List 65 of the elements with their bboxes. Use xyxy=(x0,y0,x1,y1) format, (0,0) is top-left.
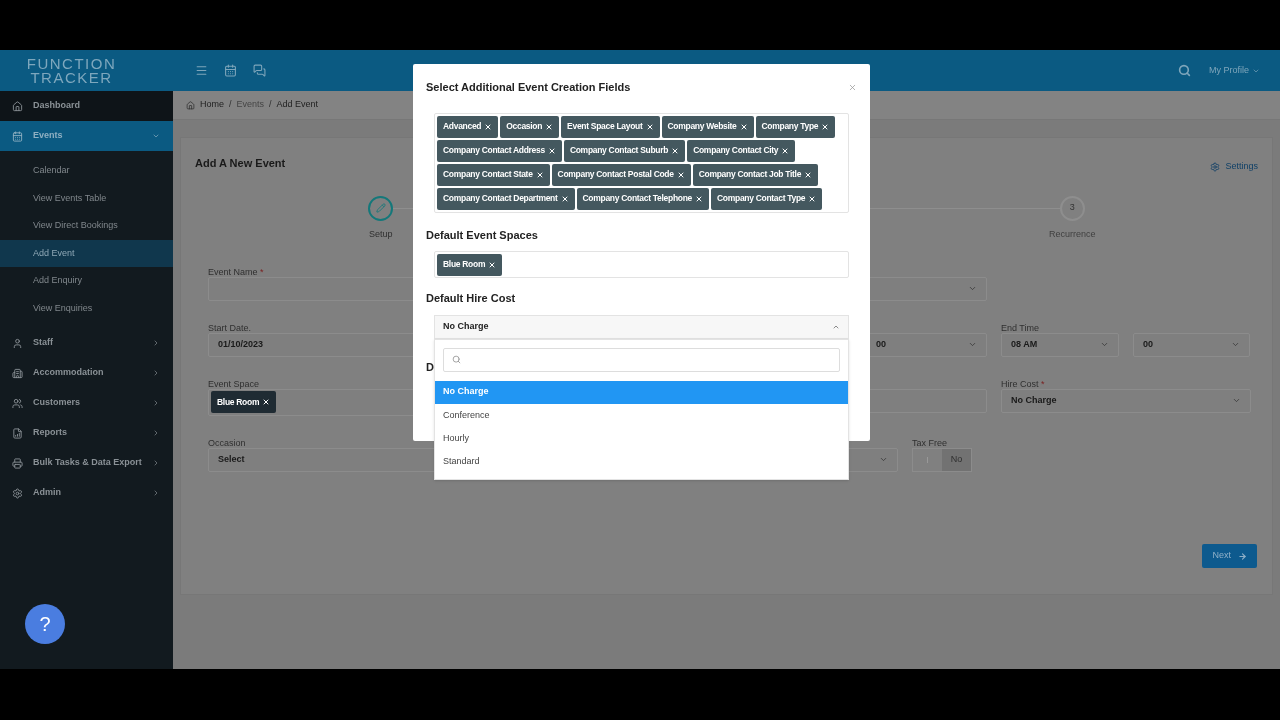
field-label: Event Space xyxy=(208,378,260,389)
brand-logo[interactable]: FUNCTION TRACKER xyxy=(0,56,173,85)
section-heading: Default Hire Cost xyxy=(426,291,517,306)
tag: Advanced xyxy=(437,115,499,138)
field-label: Tax Free xyxy=(912,437,947,448)
sidebar-subitem[interactable]: View Enquiries xyxy=(0,294,173,322)
breadcrumb-link[interactable]: Home xyxy=(200,98,224,112)
select-field[interactable]: No Charge xyxy=(434,314,849,339)
field-label: Hire Cost * xyxy=(1001,378,1045,389)
sidebar-item[interactable]: Staff xyxy=(0,328,173,358)
toggle[interactable]: No xyxy=(912,447,972,472)
sidebar-item[interactable]: Events xyxy=(0,121,173,151)
tag: Blue Room xyxy=(211,391,277,413)
step-label: Recurrence xyxy=(1048,227,1096,241)
tag: Company Contact Postal Code xyxy=(551,163,691,186)
dropdown-option[interactable]: Conference xyxy=(435,403,848,428)
dropdown-option[interactable]: Standard xyxy=(435,450,848,474)
tag: Blue Room xyxy=(437,253,503,276)
field-label: Start Date. xyxy=(208,322,252,333)
modal-title: Select Additional Event Creation Fields xyxy=(426,80,631,95)
dropdown-option[interactable]: Hourly xyxy=(435,427,848,451)
tag: Company Contact State xyxy=(437,163,550,186)
sidebar-item[interactable]: Bulk Tasks & Data Export xyxy=(0,448,173,478)
sidebar-subitem[interactable]: Add Enquiry xyxy=(0,267,173,295)
step-label: Setup xyxy=(369,227,393,241)
field-label: Event Name * xyxy=(208,266,264,277)
select-field[interactable]: 08 AM xyxy=(1001,332,1119,357)
dropdown-option[interactable]: No Charge xyxy=(435,380,848,404)
tag: Company Type xyxy=(755,115,836,138)
breadcrumb-separator: / xyxy=(229,98,232,112)
tag-field[interactable]: Blue Room xyxy=(434,251,849,278)
sidebar-item[interactable]: Dashboard xyxy=(0,91,173,121)
page-title: Add A New Event xyxy=(195,155,286,171)
tag: Company Contact Telephone xyxy=(576,187,709,210)
sidebar-item[interactable]: Admin xyxy=(0,478,173,508)
field-label: End Time xyxy=(1001,322,1040,333)
breadcrumb-link[interactable]: Add Event xyxy=(276,98,319,112)
sidebar-subitem[interactable]: Add Event xyxy=(0,239,173,267)
breadcrumb-link[interactable]: Events xyxy=(236,98,265,112)
tag: Company Website xyxy=(661,115,754,138)
select-field[interactable]: 00 xyxy=(1133,332,1250,357)
tag: Company Contact Department xyxy=(437,187,575,210)
field-label: Occasion xyxy=(208,437,246,448)
tag: Occasion xyxy=(500,115,560,138)
help-button[interactable]: ? xyxy=(25,604,65,644)
section-heading: D xyxy=(426,359,434,375)
sidebar-item[interactable]: Customers xyxy=(0,388,173,418)
tag: Company Contact City xyxy=(687,139,796,162)
sidebar-subitem[interactable]: View Events Table xyxy=(0,184,173,212)
tag: Company Contact Address xyxy=(437,139,562,162)
settings-link[interactable]: Settings xyxy=(1210,160,1258,174)
profile-menu[interactable]: My Profile xyxy=(1209,63,1260,78)
sidebar-subitem[interactable]: Calendar xyxy=(0,157,173,185)
toggle-label: No xyxy=(942,448,971,471)
sidebar-item[interactable]: Reports xyxy=(0,418,173,448)
tag: Company Contact Type xyxy=(711,187,823,210)
tag: Company Contact Suburb xyxy=(563,139,686,162)
section-heading: Default Event Spaces xyxy=(426,227,539,243)
breadcrumb-separator: / xyxy=(269,98,272,112)
tag: Company Contact Job Title xyxy=(692,163,819,186)
select-field[interactable]: No Charge xyxy=(1001,388,1251,413)
sidebar-subitem[interactable]: View Direct Bookings xyxy=(0,212,173,240)
tag: Event Space Layout xyxy=(561,115,660,138)
next-button[interactable]: Next xyxy=(1202,544,1257,568)
sidebar-item[interactable]: Accommodation xyxy=(0,358,173,388)
